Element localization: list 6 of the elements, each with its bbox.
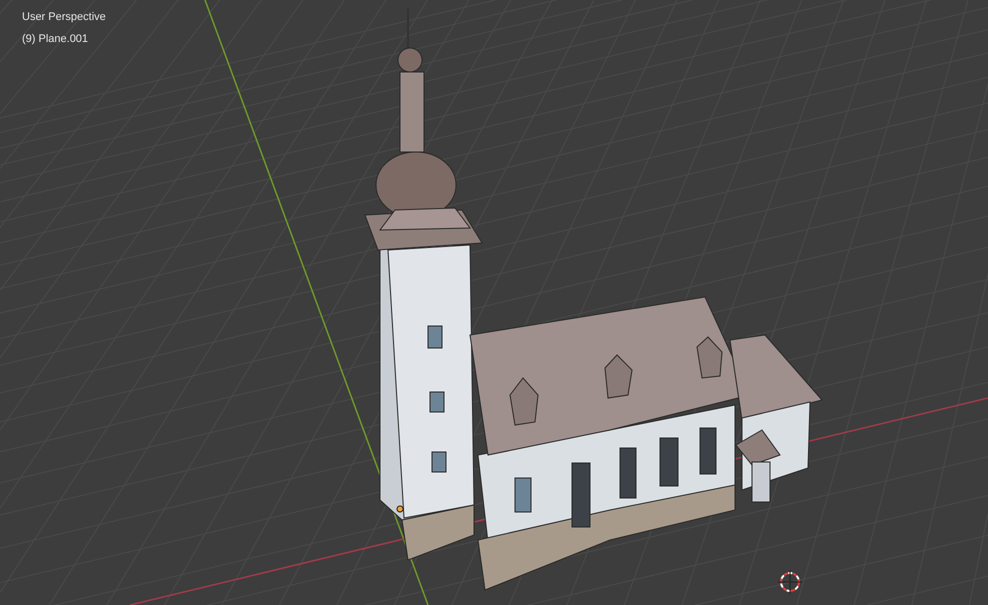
object-origin-icon [396,506,404,512]
church-model-drawing[interactable] [364,8,823,591]
view-name-label: User Perspective [22,10,106,25]
3d-cursor-icon[interactable] [778,570,802,594]
active-object-label: (9) Plane.001 [22,32,90,46]
viewport[interactable]: User Perspective (9) Plane.001 [0,0,988,605]
